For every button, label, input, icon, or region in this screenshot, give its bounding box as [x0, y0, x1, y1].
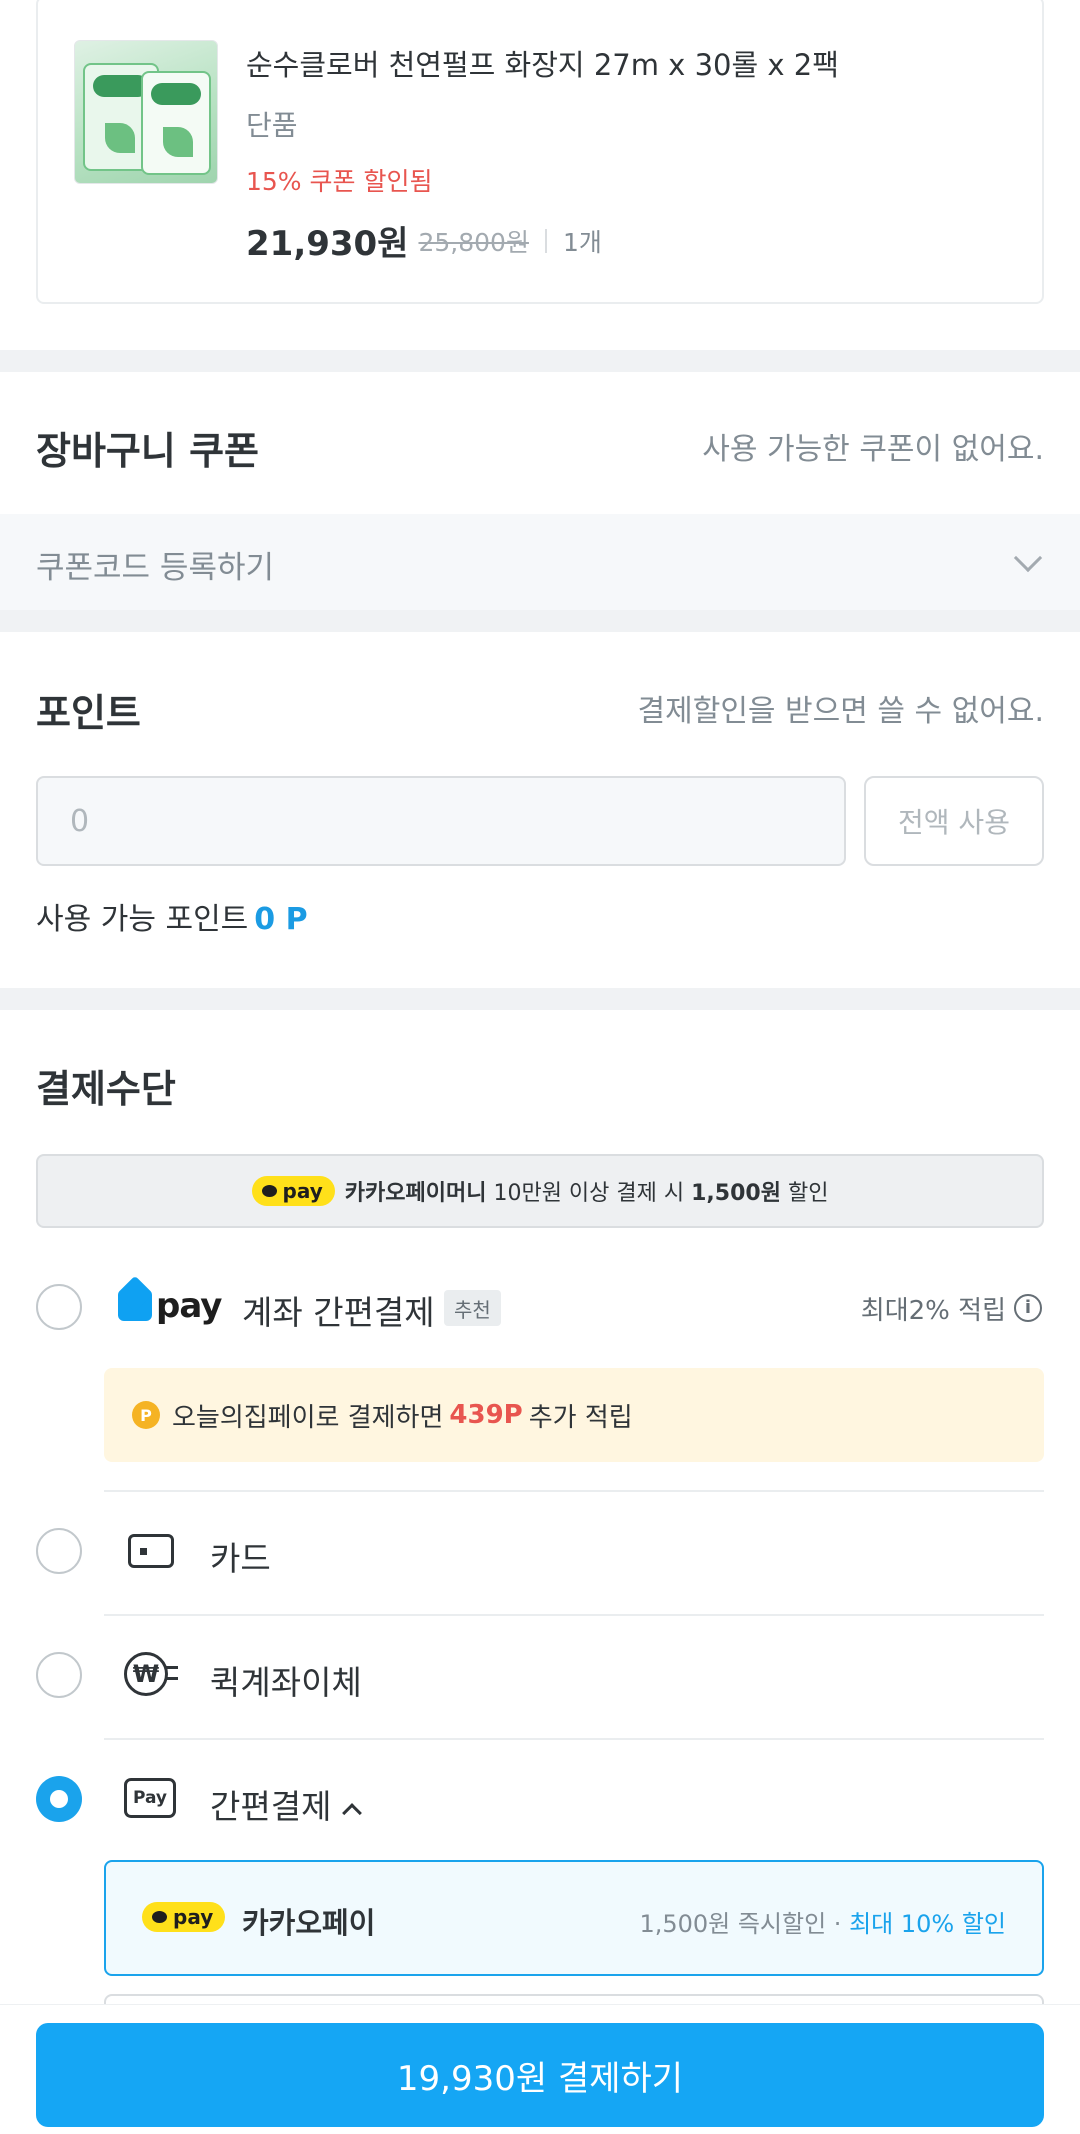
method-label-account-pay[interactable]: 계좌 간편결제	[242, 1286, 435, 1334]
price-row: 21,930원 25,800원 1개	[246, 216, 602, 265]
won-transfer-icon-tail	[166, 1666, 178, 1680]
method-label-card[interactable]: 카드	[210, 1532, 271, 1580]
coupon-code-toggle[interactable]: 쿠폰코드 등록하기	[0, 514, 1080, 610]
extra-point-text-after: 추가 적립	[528, 1402, 633, 1433]
radio-quick-transfer[interactable]	[36, 1652, 82, 1698]
promo-amount: 1,500원	[691, 1181, 781, 1206]
product-pack-image	[141, 71, 211, 175]
sale-price: 21,930원	[246, 224, 409, 264]
radio-card[interactable]	[36, 1528, 82, 1574]
points-input[interactable]	[36, 776, 846, 866]
points-title: 포인트	[36, 691, 141, 735]
radio-account-pay[interactable]	[36, 1284, 82, 1330]
checkout-button[interactable]: 19,930원 결제하기	[36, 2023, 1044, 2127]
section-divider	[0, 610, 1080, 632]
chevron-up-icon	[342, 1803, 363, 1823]
speech-bubble-icon	[152, 1911, 167, 1923]
easy-pay-icon: Pay	[124, 1778, 176, 1818]
method-label-quick-transfer[interactable]: 퀵계좌이체	[210, 1656, 362, 1704]
product-quantity: 1개	[562, 227, 602, 257]
kakaopay-option-name: 카카오페이	[242, 1906, 376, 1940]
available-points-value: 0 P	[254, 902, 308, 937]
recommend-badge: 추천	[444, 1290, 501, 1326]
kakaopay-badge: pay	[142, 1902, 226, 1932]
available-points-label: 사용 가능 포인트	[36, 902, 249, 937]
product-coupon-note: 15% 쿠폰 할인됨	[246, 167, 433, 196]
available-points: 사용 가능 포인트 0 P	[36, 894, 308, 938]
price-divider	[544, 228, 547, 253]
ohouse-pay-logo: pay	[118, 1286, 222, 1326]
max-reward-note: 최대2% 적립	[860, 1296, 1006, 1326]
product-thumbnail[interactable]	[74, 40, 218, 184]
cart-coupon-status: 사용 가능한 쿠폰이 없어요.	[702, 432, 1044, 467]
checkout-bar: 19,930원 결제하기	[0, 2004, 1080, 2134]
section-divider	[0, 350, 1080, 372]
method-divider	[104, 1738, 1044, 1740]
credit-card-icon	[128, 1534, 174, 1568]
promo-text-after: 할인	[787, 1181, 829, 1206]
coupon-code-label: 쿠폰코드 등록하기	[36, 550, 275, 586]
use-all-points-button[interactable]: 전액 사용	[864, 776, 1044, 866]
product-card: 순수클로버 천연펄프 화장지 27m x 30롤 x 2팩 단품 15% 쿠폰 …	[36, 0, 1044, 304]
house-icon	[118, 1291, 152, 1321]
cart-coupon-title: 장바구니 쿠폰	[36, 429, 259, 473]
promo-brand: 카카오페이머니	[344, 1181, 487, 1206]
product-option: 단품	[246, 109, 298, 142]
promo-text: 10만원 이상 결제 시	[493, 1181, 685, 1206]
method-divider	[104, 1490, 1044, 1492]
method-divider	[104, 1614, 1044, 1616]
product-name[interactable]: 순수클로버 천연펄프 화장지 27m x 30롤 x 2팩	[246, 42, 839, 84]
payment-title: 결제수단	[36, 1067, 176, 1111]
kakaopay-max-discount: 최대 10% 할인	[849, 1910, 1006, 1938]
points-note: 결제할인을 받으면 쓸 수 없어요.	[637, 694, 1044, 729]
extra-point-text: 오늘의집페이로 결제하면	[172, 1402, 444, 1433]
chevron-down-icon	[1013, 543, 1043, 573]
kakaopay-option-note: 1,500원 즉시할인 · 최대 10% 할인	[639, 1910, 1006, 1938]
kakaopay-promo-banner[interactable]: pay 카카오페이머니 10만원 이상 결제 시 1,500원 할인	[36, 1154, 1044, 1228]
info-icon[interactable]: i	[1014, 1294, 1042, 1322]
kakaopay-option[interactable]: pay 카카오페이 1,500원 즉시할인 · 최대 10% 할인	[104, 1860, 1044, 1976]
extra-point-notice: P 오늘의집페이로 결제하면 439P 추가 적립	[104, 1368, 1044, 1462]
method-label-easy-pay[interactable]: 간편결제	[210, 1780, 363, 1828]
won-transfer-icon: ₩	[124, 1652, 168, 1696]
section-divider	[0, 988, 1080, 1010]
original-price: 25,800원	[418, 227, 529, 257]
point-coin-icon: P	[132, 1401, 160, 1429]
speech-bubble-icon	[261, 1185, 277, 1197]
radio-easy-pay[interactable]	[36, 1776, 82, 1822]
kakaopay-badge: pay	[251, 1176, 335, 1206]
extra-point-amount: 439P	[449, 1400, 523, 1430]
